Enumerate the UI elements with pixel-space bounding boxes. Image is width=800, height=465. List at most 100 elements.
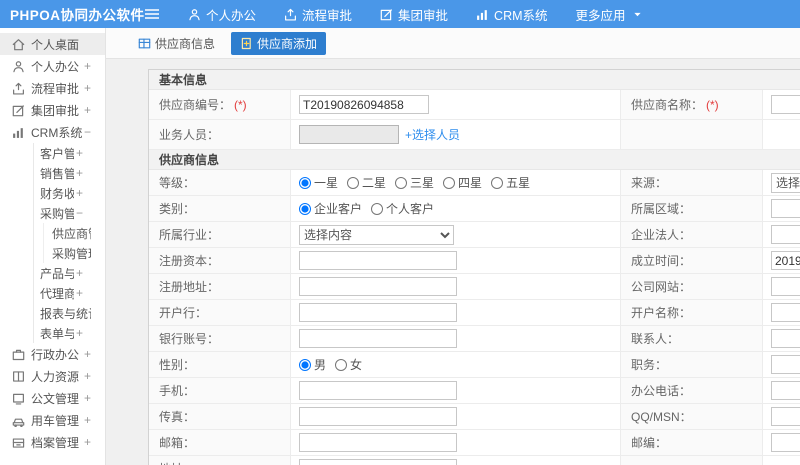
bank-branch-input[interactable] <box>299 303 457 322</box>
source-select[interactable]: 选择内容 <box>771 172 800 193</box>
field-label: 公司网站： <box>621 274 763 299</box>
level-radio-option[interactable]: 三星 <box>395 174 434 191</box>
nav-crm-system[interactable]: CRM系统 <box>462 0 561 28</box>
expand-toggle-icon[interactable]: − <box>84 125 91 139</box>
zip-code-input[interactable] <box>771 433 800 452</box>
sidebar-item-personal-desktop[interactable]: 个人桌面 <box>0 33 105 55</box>
sidebar-item-product-stock[interactable]: 产品与库存+ <box>0 263 105 283</box>
label-text: 类别： <box>159 202 196 216</box>
expand-toggle-icon[interactable]: + <box>76 266 83 280</box>
category-radio[interactable] <box>299 202 311 215</box>
sidebar-item-form-flow-setup[interactable]: 表单与流程设置+ <box>0 323 105 343</box>
region-input[interactable] <box>771 199 800 218</box>
expand-toggle-icon[interactable]: + <box>84 413 91 427</box>
expand-toggle-icon[interactable]: + <box>76 146 83 160</box>
expand-toggle-icon[interactable]: − <box>76 206 83 220</box>
tab-supplier-info[interactable]: 供应商信息 <box>132 32 221 55</box>
expand-toggle-icon[interactable]: + <box>76 186 83 200</box>
field-label: 邮箱： <box>149 430 291 455</box>
field-cell: 选择内容 <box>291 222 621 247</box>
sidebar-item-supplier-mgmt[interactable]: 供应商管理 <box>0 223 105 243</box>
level-radio[interactable] <box>443 176 456 189</box>
level-radio-option[interactable]: 一星 <box>299 174 338 191</box>
category-radio-option[interactable]: 个人客户 <box>371 200 434 217</box>
fax-input[interactable] <box>299 407 457 426</box>
sidebar-item-agent-mgmt[interactable]: 代理商管理+ <box>0 283 105 303</box>
email-input[interactable] <box>299 433 457 452</box>
position-input[interactable] <box>771 355 800 374</box>
sidebar-item-archive-mgmt[interactable]: 档案管理 + <box>0 431 105 453</box>
add-doc-icon <box>240 37 253 50</box>
nav-personal-office[interactable]: 个人办公 <box>174 0 270 28</box>
mobile-input[interactable] <box>299 381 457 400</box>
form-row: 类别： 企业客户 个人客户 所属区域： <box>149 196 800 222</box>
level-radio-option[interactable]: 五星 <box>491 174 530 191</box>
address-input[interactable] <box>299 459 457 465</box>
level-radio[interactable] <box>299 176 311 189</box>
supplier-name-input[interactable] <box>771 95 800 114</box>
account-name-input[interactable] <box>771 303 800 322</box>
registered-capital-input[interactable] <box>299 251 457 270</box>
expand-toggle-icon[interactable]: + <box>84 81 91 95</box>
hamburger-icon[interactable] <box>144 7 160 21</box>
expand-toggle-icon[interactable]: + <box>84 435 91 449</box>
expand-toggle-icon[interactable]: + <box>84 347 91 361</box>
field-cell: 一星 二星 三星 四星 五星 <box>291 170 621 195</box>
contact-person-input[interactable] <box>771 329 800 348</box>
industry-select[interactable]: 选择内容 <box>299 224 454 245</box>
nav-process-approval[interactable]: 流程审批 <box>270 0 366 28</box>
sidebar-item-purchase-mgmt[interactable]: 采购管理− <box>0 203 105 223</box>
gender-radio-option[interactable]: 男 <box>299 356 326 373</box>
select-person-link[interactable]: +选择人员 <box>405 126 460 143</box>
level-radio[interactable] <box>347 176 360 189</box>
office-phone-input[interactable] <box>771 381 800 400</box>
field-label <box>621 120 763 149</box>
level-radio[interactable] <box>491 176 504 189</box>
registered-address-input[interactable] <box>299 277 457 296</box>
sidebar-item-finance[interactable]: 财务收支+ <box>0 183 105 203</box>
gender-radio[interactable] <box>299 358 311 371</box>
company-website-input[interactable] <box>771 277 800 296</box>
expand-toggle-icon[interactable]: + <box>84 391 91 405</box>
sidebar-item-group-approval[interactable]: 集团审批 + <box>0 99 105 121</box>
sidebar-item-personal-office[interactable]: 个人办公 + <box>0 55 105 77</box>
expand-toggle-icon[interactable]: + <box>84 103 91 117</box>
gender-radio-option[interactable]: 女 <box>335 356 362 373</box>
form-row: 供应商编号：(*)供应商名称：(*) <box>149 90 800 120</box>
form-row: 等级： 一星 二星 三星 四星 五星 来源： 选择内容 <box>149 170 800 196</box>
level-radio-option[interactable]: 四星 <box>443 174 482 191</box>
sidebar-item-purchasing[interactable]: 采购管理 <box>0 243 105 263</box>
legal-person-input[interactable] <box>771 225 800 244</box>
category-radio-option[interactable]: 企业客户 <box>299 200 362 217</box>
expand-toggle-icon[interactable]: + <box>76 286 83 300</box>
field-label: 开户名称： <box>621 300 763 325</box>
expand-toggle-icon[interactable]: + <box>76 166 83 180</box>
sidebar-item-admin-office[interactable]: 行政办公 + <box>0 343 105 365</box>
level-radio-option[interactable]: 二星 <box>347 174 386 191</box>
field-label: 注册资本： <box>149 248 291 273</box>
level-radio[interactable] <box>395 176 408 189</box>
nav-group-approval[interactable]: 集团审批 <box>366 0 462 28</box>
sidebar-item-sales-mgmt[interactable]: 销售管理+ <box>0 163 105 183</box>
sidebar-item-doc-mgmt[interactable]: 公文管理 + <box>0 387 105 409</box>
sidebar-item-hr[interactable]: 人力资源 + <box>0 365 105 387</box>
tab-supplier-add[interactable]: 供应商添加 <box>231 31 327 55</box>
label-text: 公司网站： <box>631 280 692 294</box>
field-cell <box>291 90 621 119</box>
sidebar-item-reports[interactable]: 报表与统计 <box>0 303 105 323</box>
sidebar-item-crm-system[interactable]: CRM系统 − <box>0 121 105 143</box>
expand-toggle-icon[interactable]: + <box>84 59 91 73</box>
sidebar-item-customer-mgmt[interactable]: 客户管理+ <box>0 143 105 163</box>
expand-toggle-icon[interactable]: + <box>84 369 91 383</box>
established-date-input[interactable] <box>771 251 800 270</box>
bank-account-input[interactable] <box>299 329 457 348</box>
business-person-input[interactable] <box>299 125 399 144</box>
sidebar-item-process-approval[interactable]: 流程审批 + <box>0 77 105 99</box>
gender-radio[interactable] <box>335 358 348 371</box>
sidebar-item-vehicle-mgmt[interactable]: 用车管理 + <box>0 409 105 431</box>
qq-msn-input[interactable] <box>771 407 800 426</box>
supplier-code-input[interactable] <box>299 95 429 114</box>
nav-more-apps[interactable]: 更多应用 <box>562 0 656 28</box>
expand-toggle-icon[interactable]: + <box>76 326 83 340</box>
category-radio[interactable] <box>371 202 384 215</box>
